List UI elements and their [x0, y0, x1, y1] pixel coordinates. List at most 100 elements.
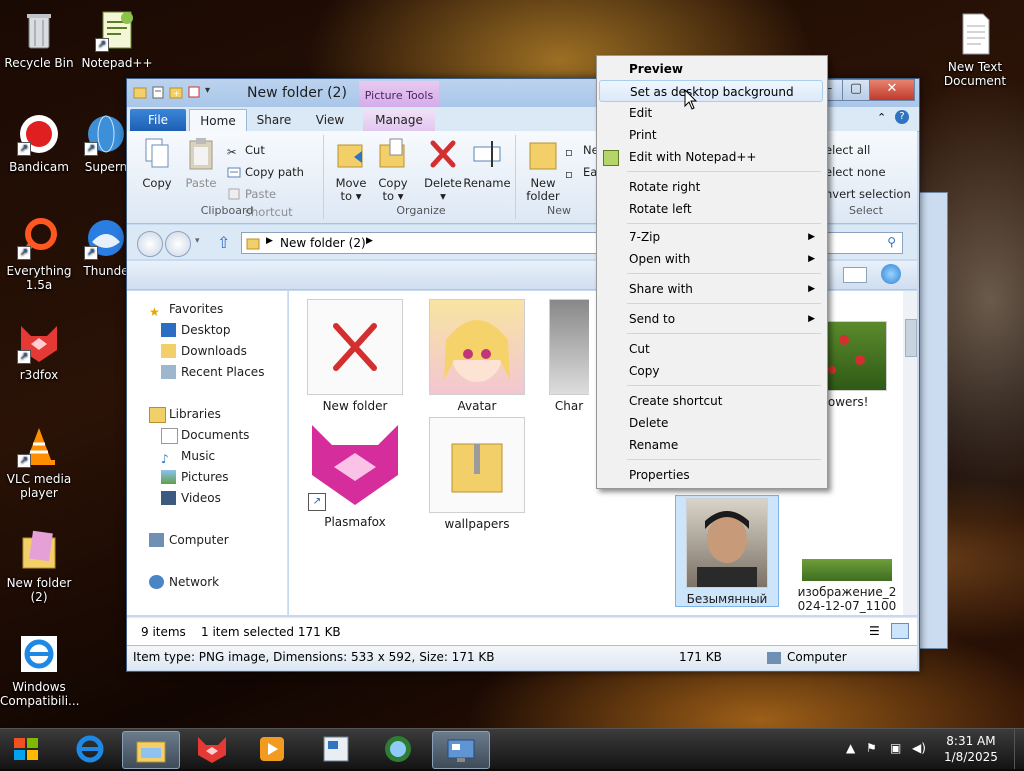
- clock[interactable]: 8:31 AM 1/8/2025: [944, 733, 998, 765]
- help-icon[interactable]: ?: [895, 110, 909, 124]
- breadcrumb-chevron-icon[interactable]: ▶: [366, 236, 373, 246]
- menu-item-edit[interactable]: Edit: [599, 102, 823, 124]
- up-arrow-icon[interactable]: ⇧: [217, 233, 230, 252]
- menu-item-rotate-left[interactable]: Rotate left: [599, 198, 823, 220]
- tab-file[interactable]: File: [130, 109, 186, 131]
- desktop-icon-r3dfox[interactable]: ↗ r3dfox: [0, 320, 78, 382]
- taskbar-media-player[interactable]: [244, 731, 300, 767]
- desktop-icon-new-folder-2[interactable]: New folder (2): [0, 528, 78, 604]
- forward-button[interactable]: [165, 231, 191, 257]
- taskbar-r3dfox[interactable]: [184, 731, 240, 767]
- nav-music[interactable]: ♪ Music: [161, 446, 215, 466]
- nav-pictures[interactable]: Pictures: [161, 467, 229, 487]
- menu-item-share-with[interactable]: Share with ▶: [599, 278, 823, 300]
- breadcrumb-chevron-icon[interactable]: ▶: [266, 236, 273, 246]
- tab-manage[interactable]: Manage: [363, 109, 435, 131]
- menu-item-7zip[interactable]: 7-Zip ▶: [599, 226, 823, 248]
- menu-item-send-to[interactable]: Send to ▶: [599, 308, 823, 330]
- tab-share[interactable]: Share: [249, 109, 299, 131]
- file-item[interactable]: Char: [549, 299, 589, 413]
- menu-item-rotate-right[interactable]: Rotate right: [599, 176, 823, 198]
- file-item[interactable]: wallpapers: [427, 417, 527, 531]
- desktop-icon-new-text-document[interactable]: New Text Document: [936, 12, 1014, 88]
- chevron-down-icon[interactable]: ▾: [205, 85, 210, 99]
- paste-shortcut-button[interactable]: Paste shortcut: [227, 185, 323, 219]
- desktop-icon-everything[interactable]: ↗ Everything 1.5a: [0, 216, 78, 292]
- move-to-button[interactable]: Move to ▾: [329, 137, 373, 203]
- details-view-icon[interactable]: ☰: [869, 624, 880, 638]
- start-button[interactable]: [2, 731, 52, 767]
- nav-videos[interactable]: Videos: [161, 488, 221, 508]
- back-button[interactable]: [137, 231, 163, 257]
- invert-selection-button[interactable]: nvert selection: [817, 185, 911, 203]
- desktop-icon-windows-compat[interactable]: Windows Compatibili...: [0, 632, 79, 708]
- desktop-icon-recycle-bin[interactable]: Recycle Bin: [0, 8, 78, 70]
- paste-shortcut-icon: [228, 188, 240, 200]
- vertical-scrollbar[interactable]: [903, 291, 917, 615]
- tab-home[interactable]: Home: [189, 109, 247, 132]
- menu-item-preview[interactable]: Preview: [599, 58, 823, 80]
- desktop-icon-notepadpp[interactable]: ↗ Notepad++: [78, 8, 156, 70]
- file-item[interactable]: Avatar: [427, 299, 527, 413]
- new-folder-small-icon[interactable]: +: [169, 85, 183, 99]
- menu-item-print[interactable]: Print: [599, 124, 823, 146]
- taskbar-control-panel[interactable]: [432, 731, 490, 769]
- menu-item-properties[interactable]: Properties: [599, 464, 823, 486]
- menu-item-cut[interactable]: Cut: [599, 338, 823, 360]
- network-icon[interactable]: ▣: [890, 741, 901, 755]
- notepadpp-small-icon: [603, 150, 619, 166]
- copy-to-button[interactable]: Copy to ▾: [371, 137, 415, 203]
- taskbar-notepad[interactable]: [308, 731, 364, 767]
- large-icons-view-icon[interactable]: [891, 623, 909, 639]
- recent-locations-chevron-icon[interactable]: ▾: [195, 236, 200, 246]
- view-options-icon[interactable]: [843, 267, 867, 283]
- cut-button[interactable]: ✂ Cut: [227, 141, 265, 159]
- menu-item-set-desktop-background[interactable]: Set as desktop background: [599, 80, 823, 102]
- scrollbar-thumb[interactable]: [905, 319, 917, 357]
- show-hidden-icons-icon[interactable]: ▲: [846, 741, 855, 755]
- volume-icon[interactable]: ◀): [912, 741, 926, 755]
- menu-item-create-shortcut[interactable]: Create shortcut: [599, 390, 823, 412]
- nav-desktop[interactable]: Desktop: [161, 320, 231, 340]
- close-button[interactable]: ✕: [869, 79, 915, 101]
- desktop-icon-vlc[interactable]: ↗ VLC media player: [0, 424, 78, 500]
- nav-recent-places[interactable]: Recent Places: [161, 362, 264, 382]
- nav-favorites[interactable]: ★ Favorites: [149, 299, 223, 319]
- menu-item-rename[interactable]: Rename: [599, 434, 823, 456]
- new-item-button[interactable]: ▫ Ne: [565, 141, 599, 159]
- desktop-icon-bandicam[interactable]: ↗ Bandicam: [0, 112, 78, 174]
- folder-small-icon[interactable]: [133, 85, 147, 99]
- taskbar-file-explorer[interactable]: [122, 731, 180, 769]
- maximize-button[interactable]: ▢: [842, 79, 870, 101]
- menu-item-delete[interactable]: Delete: [599, 412, 823, 434]
- easy-access-button[interactable]: ▫ Ea: [565, 163, 597, 181]
- copy-path-button[interactable]: Copy path: [227, 163, 304, 181]
- taskbar-internet-explorer[interactable]: [62, 731, 118, 767]
- menu-item-open-with[interactable]: Open with ▶: [599, 248, 823, 270]
- nav-libraries[interactable]: Libraries: [149, 404, 221, 424]
- file-item[interactable]: New folder: [305, 299, 405, 413]
- tab-view[interactable]: View: [305, 109, 355, 131]
- nav-downloads[interactable]: Downloads: [161, 341, 247, 361]
- copy-button[interactable]: Copy: [135, 137, 179, 190]
- nav-computer[interactable]: Computer: [149, 530, 229, 550]
- nav-network[interactable]: Network: [149, 572, 219, 592]
- menu-item-copy[interactable]: Copy: [599, 360, 823, 382]
- breadcrumb-path[interactable]: New folder (2): [280, 236, 366, 250]
- ribbon-collapse-icon[interactable]: ⌃: [877, 111, 886, 124]
- taskbar-browser[interactable]: [370, 731, 426, 767]
- nav-documents[interactable]: Documents: [161, 425, 249, 445]
- show-desktop-button[interactable]: [1014, 729, 1024, 769]
- action-center-flag-icon[interactable]: ⚑: [866, 741, 877, 755]
- delete-button[interactable]: Delete ▾: [421, 137, 465, 203]
- paste-button[interactable]: Paste: [179, 137, 223, 190]
- preview-pane-icon[interactable]: [881, 264, 901, 284]
- rename-small-icon[interactable]: [187, 85, 201, 99]
- menu-item-edit-with-notepadpp[interactable]: Edit with Notepad++: [599, 146, 823, 168]
- file-item-selected[interactable]: Безымянный: [675, 495, 779, 607]
- rename-button[interactable]: Rename: [463, 137, 511, 190]
- new-folder-button[interactable]: New folder: [521, 137, 565, 203]
- properties-icon[interactable]: [151, 85, 165, 99]
- file-item[interactable]: ↗ Plasmafox: [305, 417, 405, 529]
- file-item[interactable]: изображение_2024-12-07_110034574: [797, 559, 897, 615]
